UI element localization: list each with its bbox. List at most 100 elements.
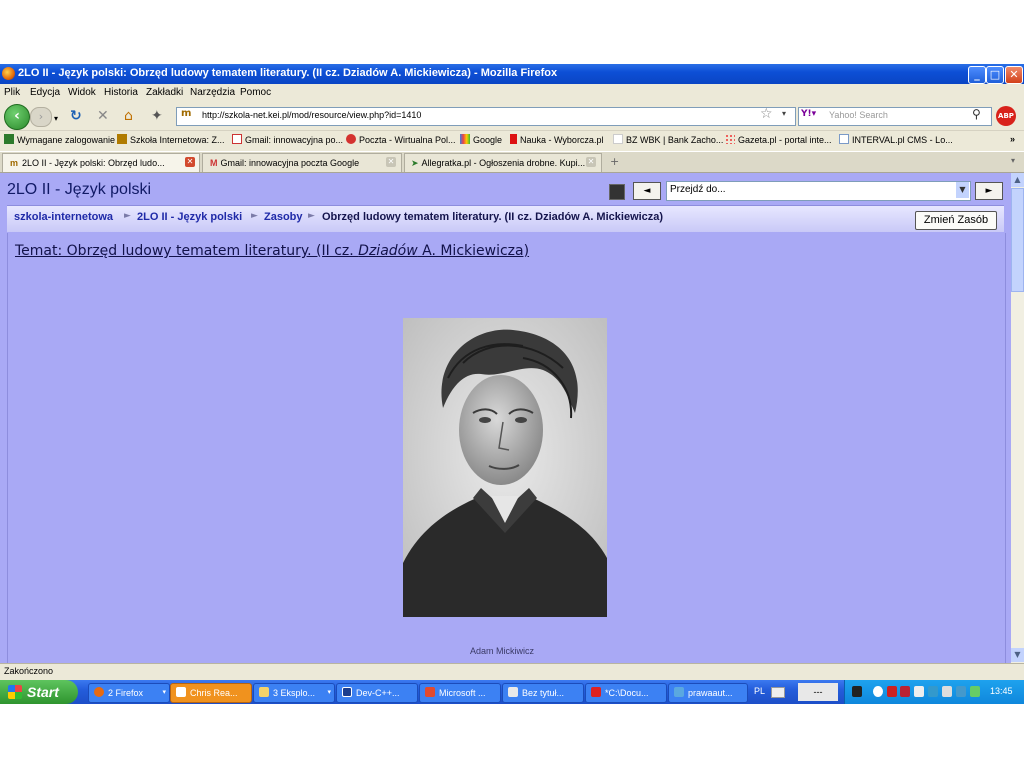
scrollbar-thumb[interactable] — [1011, 188, 1024, 292]
breadcrumb-separator-icon: ► — [251, 211, 258, 221]
tab-close-icon[interactable]: ✕ — [386, 157, 396, 167]
history-dropdown-icon[interactable]: ▾ — [54, 110, 58, 128]
taskbar-item-microsoft[interactable]: Microsoft ... — [419, 683, 501, 703]
minimize-button[interactable]: _ — [968, 66, 986, 84]
breadcrumb-separator-icon: ► — [308, 211, 315, 221]
tray-back-icon[interactable] — [873, 686, 883, 697]
taskbar-item-prawaaut[interactable]: prawaaut... — [668, 683, 748, 703]
tray-icon[interactable] — [914, 686, 924, 697]
bookmark-item[interactable]: INTERVAL.pl CMS - Lo... — [839, 134, 953, 145]
taskbar-item-paint[interactable]: Bez tytuł... — [502, 683, 584, 703]
bookmark-icon — [613, 134, 623, 144]
breadcrumb-link-resources[interactable]: Zasoby — [264, 211, 303, 223]
taskbar-item-explorer[interactable]: 3 Eksplo... ▾ — [253, 683, 335, 703]
bookmark-icon — [725, 134, 735, 144]
taskbar-item-chrisrea[interactable]: Chris Rea... — [170, 683, 252, 703]
google-icon — [460, 134, 470, 144]
taskbar-item-firefox[interactable]: 2 Firefox ▾ — [88, 683, 170, 703]
back-button[interactable]: ‹ — [4, 104, 30, 130]
new-tab-button[interactable]: + — [610, 155, 619, 168]
bookmark-item[interactable]: Poczta - Wirtualna Pol... — [346, 134, 456, 145]
previous-resource-button[interactable]: ◄ — [633, 182, 661, 200]
bookmark-item[interactable]: Gazeta.pl - portal inte... — [725, 134, 832, 145]
search-icon[interactable]: ⚲ — [972, 107, 981, 121]
bookmark-item[interactable]: Wymagane zalogowanie — [4, 134, 115, 145]
menu-zakladki[interactable]: Zakładki — [146, 87, 183, 98]
word-icon — [674, 687, 684, 697]
keyboard-icon[interactable] — [771, 687, 785, 698]
window-title: 2LO II - Język polski: Obrzęd ludowy tem… — [18, 67, 558, 79]
portrait-image — [403, 318, 607, 617]
scroll-up-button[interactable]: ▲ — [1011, 173, 1024, 187]
start-button[interactable]: Start — [0, 680, 78, 704]
save-icon[interactable] — [609, 184, 625, 200]
menu-pomoc[interactable]: Pomoc — [240, 87, 271, 98]
scroll-down-button[interactable]: ▼ — [1011, 648, 1024, 662]
topic-heading[interactable]: Temat: Obrzęd ludowy tematem literatury.… — [15, 243, 529, 259]
bookmark-icon — [346, 134, 356, 144]
bookmark-icon — [4, 134, 14, 144]
tray-icon[interactable] — [928, 686, 938, 697]
menu-plik[interactable]: Plik — [4, 87, 20, 98]
taskbar-item-document[interactable]: *C:\Docu... — [585, 683, 667, 703]
jump-to-value[interactable]: Przejdź do... — [670, 184, 726, 195]
menu-historia[interactable]: Historia — [104, 87, 138, 98]
tab-active[interactable]: m 2LO II - Język polski: Obrzęd ludo... — [2, 153, 200, 172]
tray-icon[interactable] — [970, 686, 980, 697]
tab-favicon-icon: ➤ — [411, 158, 419, 168]
clock[interactable]: 13:45 — [990, 686, 1013, 696]
menu-edycja[interactable]: Edycja — [30, 87, 60, 98]
menu-narzedzia[interactable]: Narzędzia — [190, 87, 235, 98]
next-resource-button[interactable]: ► — [975, 182, 1003, 200]
player-icon — [176, 687, 186, 697]
yahoo-icon[interactable]: Y!▾ — [801, 109, 816, 119]
bookmark-item[interactable]: Szkoła Internetowa: Z... — [117, 134, 225, 145]
language-indicator[interactable]: PL — [754, 686, 765, 696]
tab-close-icon[interactable]: ✕ — [586, 157, 596, 167]
taskbar-item-devcpp[interactable]: Dev-C++... — [336, 683, 418, 703]
maximize-button[interactable]: □ — [986, 66, 1004, 84]
tab-gmail[interactable]: M Gmail: innowacyjna poczta Google — [202, 153, 402, 172]
image-caption: Adam Mickiwicz — [470, 646, 535, 656]
tab-close-icon[interactable]: ✕ — [185, 157, 195, 167]
adblock-icon[interactable]: ABP — [996, 106, 1016, 126]
bookmark-item[interactable]: Gmail: innowacyjna po... — [232, 134, 343, 145]
breadcrumb-link-home[interactable]: szkola-internetowa — [14, 211, 113, 223]
tray-icon[interactable] — [852, 686, 862, 697]
search-placeholder[interactable]: Yahoo! Search — [829, 110, 888, 120]
forward-button[interactable]: › — [30, 107, 52, 127]
address-dropdown-icon[interactable]: ▾ — [782, 109, 786, 118]
address-text[interactable]: http://szkola-net.kei.pl/mod/resource/vi… — [202, 110, 421, 120]
change-resource-button[interactable]: Zmień Zasób — [915, 211, 997, 230]
bookmark-item[interactable]: BZ WBK | Bank Zacho... — [613, 134, 723, 145]
firefox-icon — [94, 687, 104, 697]
tab-allegratka[interactable]: ➤ Allegratka.pl - Ogłoszenia drobne. Kupi… — [404, 153, 602, 172]
tray-icon[interactable] — [956, 686, 966, 697]
bookmark-item[interactable]: Google — [460, 134, 502, 145]
addon-icon[interactable]: ✦ — [151, 107, 163, 125]
powerpoint-icon — [425, 687, 435, 697]
gmail-icon: M — [210, 158, 218, 168]
search-input[interactable] — [798, 107, 992, 126]
bookmarks-overflow-button[interactable]: » — [1010, 134, 1015, 144]
course-title[interactable]: 2LO II - Język polski — [7, 181, 151, 199]
window-title-bar[interactable]: 2LO II - Język polski: Obrzęd ludowy tem… — [0, 64, 1024, 84]
breadcrumb-link-course[interactable]: 2LO II - Język polski — [137, 211, 242, 223]
chevron-down-icon[interactable]: ▼ — [956, 182, 969, 198]
bookmark-star-icon[interactable]: ☆ — [760, 106, 773, 122]
stop-icon[interactable]: ✕ — [97, 107, 109, 125]
gmail-icon — [232, 134, 242, 144]
folder-icon — [259, 687, 269, 697]
menu-widok[interactable]: Widok — [68, 87, 96, 98]
close-button[interactable]: ✕ — [1005, 66, 1023, 84]
bookmark-item[interactable]: Nauka - Wyborcza.pl — [510, 134, 603, 145]
paint-icon — [508, 687, 518, 697]
reload-icon[interactable]: ↻ — [70, 107, 82, 125]
toolbar-box[interactable]: --- — [798, 683, 838, 701]
status-bar — [0, 663, 1024, 680]
tray-icon[interactable] — [900, 686, 910, 697]
home-icon[interactable]: ⌂ — [124, 107, 133, 125]
tray-icon[interactable] — [942, 686, 952, 697]
tray-icon[interactable] — [887, 686, 897, 697]
tab-list-icon[interactable]: ▾ — [1011, 156, 1015, 165]
